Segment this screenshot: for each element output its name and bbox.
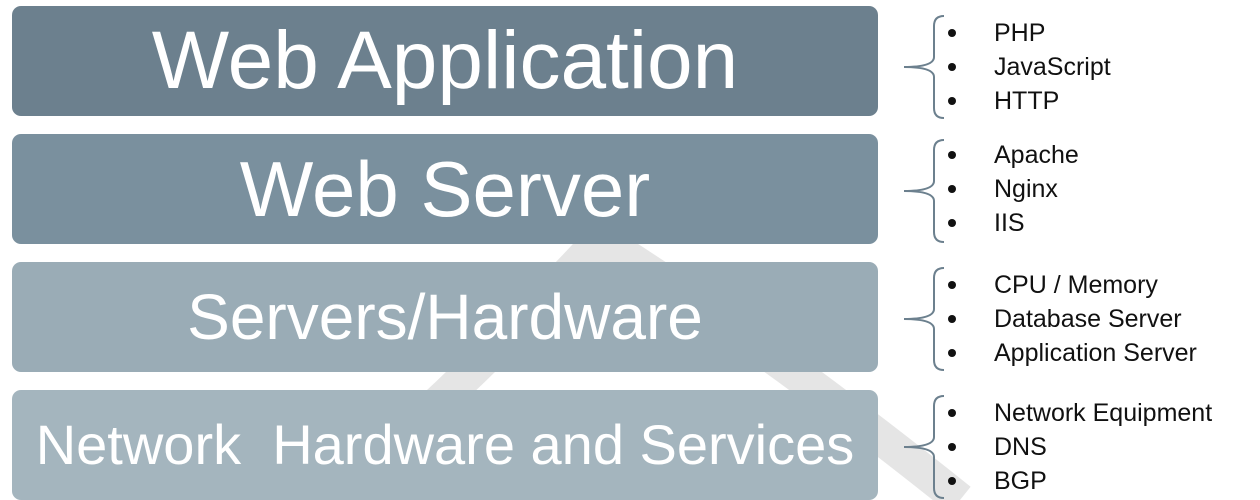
left-brace-icon: [903, 267, 945, 371]
bullet-icon: [948, 315, 956, 323]
layer-label: Servers/Hardware: [187, 281, 703, 353]
bullet-icon: [948, 63, 956, 71]
bullet-list-servers-hardware: CPU / Memory Database Server Application…: [948, 268, 1197, 370]
list-item-label: DNS: [994, 433, 1047, 461]
layer-label: Network Hardware and Services: [35, 413, 855, 476]
list-item: Network Equipment: [948, 396, 1212, 430]
list-item-label: CPU / Memory: [994, 271, 1158, 299]
list-item: DNS: [948, 430, 1212, 464]
list-item: PHP: [948, 16, 1111, 50]
bullet-icon: [948, 443, 956, 451]
bullet-icon: [948, 151, 956, 159]
bullet-icon: [948, 409, 956, 417]
bullet-list-web-application: PHP JavaScript HTTP: [948, 16, 1111, 118]
bullet-icon: [948, 477, 956, 485]
bullet-list-network: Network Equipment DNS BGP: [948, 396, 1212, 498]
list-item: IIS: [948, 206, 1079, 240]
list-item: CPU / Memory: [948, 268, 1197, 302]
bullet-icon: [948, 185, 956, 193]
list-item: Database Server: [948, 302, 1197, 336]
bullet-icon: [948, 281, 956, 289]
list-item-label: IIS: [994, 209, 1025, 237]
list-item-label: BGP: [994, 467, 1047, 495]
bullet-icon: [948, 219, 956, 227]
left-brace-icon: [903, 395, 945, 499]
left-brace-icon: [903, 139, 945, 243]
layer-web-application: Web Application: [12, 6, 878, 116]
list-item: Nginx: [948, 172, 1079, 206]
layer-network-hardware-services: Network Hardware and Services: [12, 390, 878, 500]
list-item-label: Apache: [994, 141, 1079, 169]
list-item: Apache: [948, 138, 1079, 172]
list-item-label: Network Equipment: [994, 399, 1213, 427]
list-item-label: Database Server: [994, 305, 1182, 333]
layer-label: Web Server: [239, 145, 651, 233]
list-item-label: Application Server: [994, 339, 1197, 367]
left-brace-icon: [903, 15, 945, 119]
bullet-icon: [948, 29, 956, 37]
list-item-label: Nginx: [994, 175, 1058, 203]
bullet-icon: [948, 349, 956, 357]
list-item-label: JavaScript: [994, 53, 1111, 81]
list-item-label: HTTP: [994, 87, 1060, 115]
layer-web-server: Web Server: [12, 134, 878, 244]
layer-servers-hardware: Servers/Hardware: [12, 262, 878, 372]
list-item: HTTP: [948, 84, 1111, 118]
list-item: BGP: [948, 464, 1212, 498]
bullet-icon: [948, 97, 956, 105]
list-item: Application Server: [948, 336, 1197, 370]
layer-label: Web Application: [151, 15, 739, 106]
bullet-list-web-server: Apache Nginx IIS: [948, 138, 1079, 240]
list-item: JavaScript: [948, 50, 1111, 84]
list-item-label: PHP: [994, 19, 1046, 47]
